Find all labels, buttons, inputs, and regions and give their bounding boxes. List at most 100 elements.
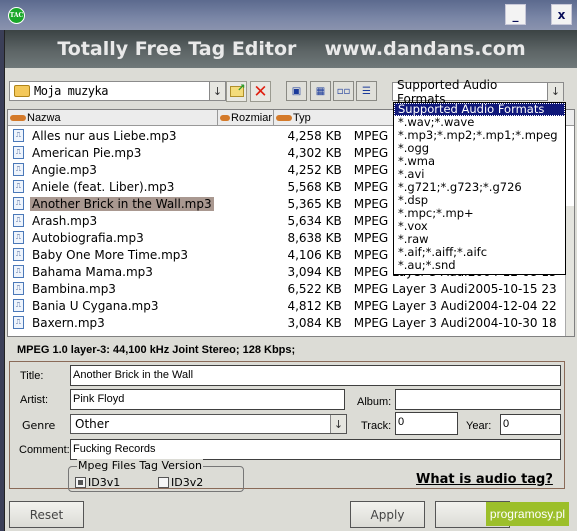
file-size: 3,094 KB	[287, 264, 342, 279]
file-type-filter[interactable]: Supported Audio Formats ↓	[392, 78, 564, 106]
chevron-down-icon[interactable]: ↓	[209, 82, 225, 100]
audio-file-icon: ⎍	[13, 197, 24, 210]
file-size: 4,258 KB	[287, 128, 342, 143]
banner-title: Totally Free Tag Editor	[57, 38, 297, 60]
year-field[interactable]: 0	[500, 414, 561, 435]
audio-info: MPEG 1.0 layer-3: 44,100 kHz Joint Stere…	[17, 344, 296, 356]
file-size: 5,634 KB	[287, 213, 342, 228]
close-x-icon: ✕	[253, 81, 268, 102]
file-size: 3,084 KB	[287, 315, 342, 330]
track-label: Track:	[361, 420, 392, 432]
artist-label: Artist:	[20, 394, 49, 406]
file-name: Angie.mp3	[32, 162, 97, 177]
list-icon: ▫▫	[336, 85, 351, 97]
watermark-logo: programosy.pl	[486, 502, 569, 526]
file-row[interactable]: ⎍ Bambina.mp3 6,522 KB MPEG Layer 3 Audio..…	[8, 280, 574, 297]
view-small-icons-button[interactable]: ▦	[310, 81, 331, 101]
what-is-audio-tag-link[interactable]: What is audio tag?	[416, 472, 553, 487]
audio-file-icon: ⎍	[13, 282, 24, 295]
id3v1-checkbox[interactable]: ID3v1	[75, 476, 120, 489]
track-field[interactable]: 0	[395, 412, 458, 435]
audio-file-icon: ⎍	[13, 163, 24, 176]
file-type-dropdown-list[interactable]: Supported Audio Formats *.wav;*.wave *.mp3…	[393, 102, 566, 275]
file-name: Baxern.mp3	[32, 315, 105, 330]
album-field[interactable]	[395, 389, 561, 410]
title-field[interactable]: Another Brick in the Wall	[70, 365, 561, 386]
minimize-button[interactable]: _	[505, 4, 526, 25]
folder-icon	[14, 85, 30, 97]
vertical-scrollbar[interactable]: ▼	[565, 206, 574, 336]
sort-icon	[220, 115, 231, 121]
genre-label: Genre	[22, 419, 56, 432]
main-window: Totally Free Tag Editor www.dandans.com …	[4, 30, 577, 531]
file-date: 2005-10-15 23	[467, 281, 557, 296]
audio-file-icon: ⎍	[13, 231, 24, 244]
checkbox-unchecked-icon[interactable]	[158, 477, 169, 488]
file-size: 5,365 KB	[287, 196, 342, 211]
year-label: Year:	[466, 420, 492, 432]
file-name: Bania U Cygana.mp3	[32, 298, 159, 313]
details-icon: ☰	[362, 85, 371, 97]
file-name: Autobiografia.mp3	[32, 230, 144, 245]
view-list-button[interactable]: ▫▫	[333, 81, 354, 101]
large-icons-icon: ▣	[291, 85, 302, 97]
file-name: Alles nur aus Liebe.mp3	[32, 128, 177, 143]
album-label: Album:	[357, 396, 392, 408]
file-name: Bambina.mp3	[32, 281, 116, 296]
audio-file-icon: ⎍	[13, 129, 24, 142]
audio-file-icon: ⎍	[13, 316, 24, 329]
file-name: Bahama Mama.mp3	[32, 264, 153, 279]
folder-value: Moja muzyka	[34, 84, 108, 98]
view-large-icons-button[interactable]: ▣	[286, 81, 307, 101]
checkbox-checked-icon[interactable]	[75, 477, 86, 488]
small-icons-icon: ▦	[315, 85, 326, 97]
file-type: MPEG Layer 3 Audio...	[353, 298, 468, 313]
file-type: MPEG Layer 3 Audio...	[353, 315, 468, 330]
view-details-button[interactable]: ☰	[356, 81, 377, 101]
audio-file-icon: ⎍	[13, 146, 24, 159]
file-date: 2004-10-30 18	[467, 315, 557, 330]
delete-button[interactable]: ✕	[250, 81, 271, 102]
dropdown-option[interactable]: *.au;*.snd	[394, 259, 565, 272]
file-size: 6,522 KB	[287, 281, 342, 296]
sort-icon	[10, 115, 26, 121]
column-header-name[interactable]: Nazwa	[8, 110, 218, 126]
apply-button[interactable]: Apply	[350, 501, 425, 528]
audio-file-icon: ⎍	[13, 180, 24, 193]
genre-value: Other	[75, 417, 110, 431]
file-name: Baby One More Time.mp3	[32, 247, 189, 262]
chevron-down-icon[interactable]: ↓	[330, 415, 346, 433]
title-bar: TAC _ x	[0, 0, 577, 30]
artist-field[interactable]: Pink Floyd	[70, 389, 345, 410]
folder-open-icon: ↗	[229, 83, 246, 97]
folder-select[interactable]: Moja muzyka ↓	[9, 81, 226, 101]
file-size: 4,812 KB	[287, 298, 342, 313]
comment-label: Comment:	[19, 444, 70, 456]
column-header-size[interactable]: Rozmiar	[218, 110, 274, 126]
audio-file-icon: ⎍	[13, 299, 24, 312]
file-name: Arash.mp3	[32, 213, 98, 228]
file-date: 2004-12-04 22	[467, 298, 557, 313]
app-banner: Totally Free Tag Editor www.dandans.com	[5, 30, 577, 68]
file-row[interactable]: ⎍ Baxern.mp3 3,084 KB MPEG Layer 3 Audio...…	[8, 314, 574, 331]
chevron-down-icon[interactable]: ↓	[547, 82, 563, 101]
comment-field[interactable]: Fucking Records	[70, 439, 561, 460]
reset-button[interactable]: Reset	[9, 501, 84, 528]
genre-select[interactable]: Other ↓	[70, 414, 347, 434]
audio-file-icon: ⎍	[13, 214, 24, 227]
title-label: Title:	[20, 370, 44, 382]
file-size: 4,252 KB	[287, 162, 342, 177]
file-size: 8,638 KB	[287, 230, 342, 245]
file-name: Aniele (feat. Liber).mp3	[32, 179, 175, 194]
tag-version-legend: Mpeg Files Tag Version	[77, 459, 203, 472]
file-row[interactable]: ⎍ Bania U Cygana.mp3 4,812 KB MPEG Layer 3 …	[8, 297, 574, 314]
audio-file-icon: ⎍	[13, 248, 24, 261]
file-size: 4,106 KB	[287, 247, 342, 262]
file-name: Another Brick in the Wall.mp3	[30, 196, 214, 211]
close-button[interactable]: x	[551, 4, 572, 25]
open-folder-button[interactable]: ↗	[226, 81, 247, 102]
app-icon: TAC	[8, 7, 25, 24]
id3v2-checkbox[interactable]: ID3v2	[158, 476, 203, 489]
tag-panel: Title: Another Brick in the Wall Artist:…	[9, 361, 565, 492]
file-size: 5,568 KB	[287, 179, 342, 194]
